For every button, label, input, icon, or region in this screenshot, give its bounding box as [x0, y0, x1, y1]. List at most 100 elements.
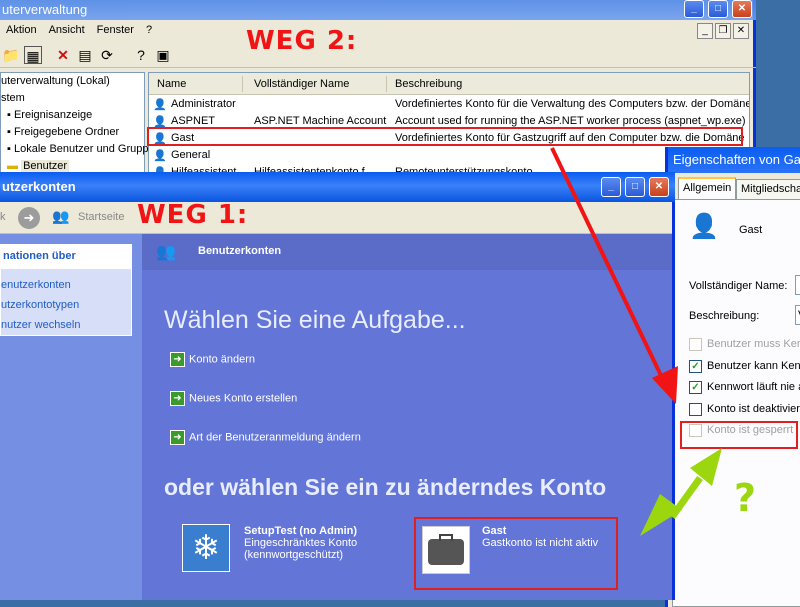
minimize-button[interactable]: _ [684, 0, 704, 18]
checkbox-label: Kennwort läuft nie ab [707, 381, 800, 393]
menu-aktion[interactable]: Aktion [0, 22, 43, 40]
snowflake-icon[interactable]: ❄ [182, 524, 230, 572]
minimize-button[interactable]: _ [601, 177, 621, 197]
properties-icon[interactable]: ▤ [76, 46, 94, 64]
checkbox-must-change [689, 338, 702, 351]
back-button[interactable]: k [0, 211, 6, 223]
table-row[interactable]: 👤 General [149, 147, 749, 164]
window-controls: _ □ ✕ [684, 0, 756, 18]
link-user-accounts[interactable]: enutzerkonten [1, 279, 71, 291]
highlight-gast-row [147, 127, 743, 146]
mdi-controls: _ ❐ ✕ [697, 23, 753, 39]
folder-up-icon[interactable]: 📁 [2, 46, 20, 64]
task-create-account[interactable]: ➜ Neues Konto erstellen [170, 391, 297, 406]
general-panel: 👤 Gast Vollständiger Name: Beschreibung:… [672, 199, 800, 607]
checkbox-label: Benutzer kann Kenn [707, 360, 800, 372]
description-label: Beschreibung: [689, 310, 760, 322]
show-tree-icon[interactable]: ▦ [24, 46, 42, 64]
tab-strip: Allgemein Mitgliedschaft [668, 177, 800, 199]
home-icon[interactable]: 👥 [52, 208, 69, 225]
cell-name: ASPNET [171, 115, 216, 127]
window-title: utzerkonten [0, 172, 675, 202]
event-viewer-icon: ▪ [7, 109, 14, 121]
full-name-input[interactable] [795, 275, 800, 295]
tree-item-local-users[interactable]: ▪ Lokale Benutzer und Gruppe [7, 143, 155, 159]
user-name: Gast [739, 224, 763, 236]
list-header: Name Vollständiger Name Beschreibung [149, 73, 749, 95]
close-button[interactable]: ✕ [732, 0, 752, 18]
help-icon[interactable]: ? [132, 46, 150, 64]
refresh-icon[interactable]: ⟳ [98, 46, 116, 64]
account-heading: oder wählen Sie ein zu änderndes Konto [164, 474, 607, 500]
window-title: uterverwaltung [0, 0, 756, 20]
console-icon[interactable]: ▣ [154, 46, 172, 64]
user-accounts-icon: 👥 [156, 244, 176, 261]
task-pane: nationen über enutzerkonten utzerkontoty… [0, 234, 142, 600]
window-controls: _ □ ✕ [601, 177, 673, 197]
cell-desc: Account used for running the ASP.NET wor… [395, 115, 746, 127]
tab-allgemein[interactable]: Allgemein [678, 177, 737, 199]
task-change-logon[interactable]: ➜ Art der Benutzeranmeldung ändern [170, 430, 361, 445]
tree-label: Freigegebene Ordner [13, 126, 120, 138]
column-separator [242, 76, 243, 92]
delete-icon[interactable]: ✕ [54, 46, 72, 64]
tab-mitgliedschaft[interactable]: Mitgliedschaft [736, 179, 800, 199]
toolbar: k ➜ 👥 Startseite [0, 202, 672, 234]
dialog-title: Eigenschaften von Gast [668, 147, 800, 173]
user-icon: 👤 [689, 213, 719, 240]
checkbox-label: Konto ist deaktiviert [707, 403, 800, 415]
account-status: (kennwortgeschützt) [244, 549, 344, 561]
mdi-minimize-button[interactable]: _ [697, 23, 713, 39]
account-type: Eingeschränktes Konto [244, 537, 358, 549]
cell-full: ASP.NET Machine Account [254, 115, 387, 127]
tree-item-system[interactable]: stem [1, 92, 25, 108]
forward-icon[interactable]: ➜ [18, 207, 40, 229]
checkbox-account-disabled[interactable] [689, 403, 702, 416]
description-input[interactable]: V [795, 305, 800, 325]
user-disabled-icon: 👤 [153, 150, 167, 162]
tree-item-root[interactable]: uterverwaltung (Lokal) [1, 75, 110, 91]
user-icon: 👤 [153, 99, 167, 111]
maximize-button[interactable]: □ [625, 177, 645, 197]
checkbox-cannot-change[interactable]: ✓ [689, 360, 702, 373]
account-setuptest[interactable]: SetupTest (no Admin) Eingeschränktes Kon… [244, 525, 357, 561]
panel-header: 👥 Benutzerkonten [142, 234, 672, 270]
table-row[interactable]: 👤 Administrator Vordefiniertes Konto für… [149, 96, 749, 113]
arrow-icon: ➜ [170, 430, 185, 445]
annotation-weg2: WEG 2: [246, 26, 358, 56]
account-name: SetupTest (no Admin) [244, 525, 358, 537]
task-label: Konto ändern [189, 353, 256, 366]
maximize-button[interactable]: □ [708, 0, 728, 18]
tree-item-events[interactable]: ▪ Ereignisanzeige [7, 109, 92, 125]
menu-ansicht[interactable]: Ansicht [43, 22, 91, 40]
column-description[interactable]: Beschreibung [395, 78, 462, 90]
cell-name: General [171, 149, 211, 161]
menu-help[interactable]: ? [140, 22, 158, 40]
column-name[interactable]: Name [157, 78, 186, 90]
info-box-header[interactable]: nationen über [1, 245, 131, 269]
link-switch-users[interactable]: nutzer wechseln [1, 319, 81, 331]
column-separator [386, 76, 387, 92]
highlight-gast-account [414, 517, 618, 590]
tree-label: Benutzer [21, 160, 70, 172]
checkbox-never-expires[interactable]: ✓ [689, 381, 702, 394]
shared-folder-icon: ▪ [7, 126, 14, 138]
menu-bar: Aktion Ansicht Fenster ? [0, 22, 158, 40]
highlight-disabled-checkbox [680, 421, 798, 449]
close-button[interactable]: ✕ [649, 177, 669, 197]
tree-item-shares[interactable]: ▪ Freigegebene Ordner [7, 126, 119, 142]
link-account-types[interactable]: utzerkontotypen [1, 299, 79, 311]
arrow-icon: ➜ [170, 352, 185, 367]
annotation-weg1: WEG 1: [137, 200, 249, 230]
mdi-close-button[interactable]: ✕ [733, 23, 749, 39]
annotation-question-mark: ? [734, 476, 757, 520]
panel-header-title: Benutzerkonten [198, 245, 282, 257]
mdi-restore-button[interactable]: ❐ [715, 23, 731, 39]
folder-icon: ▬ [7, 160, 22, 172]
computer-management-window: uterverwaltung _ □ ✕ Aktion Ansicht Fens… [0, 0, 756, 180]
task-change-account[interactable]: ➜ Konto ändern [170, 352, 255, 367]
menu-fenster[interactable]: Fenster [91, 22, 140, 40]
home-button[interactable]: Startseite [78, 211, 124, 223]
column-full-name[interactable]: Vollständiger Name [254, 78, 349, 90]
users-icon: ▪ [7, 143, 14, 155]
